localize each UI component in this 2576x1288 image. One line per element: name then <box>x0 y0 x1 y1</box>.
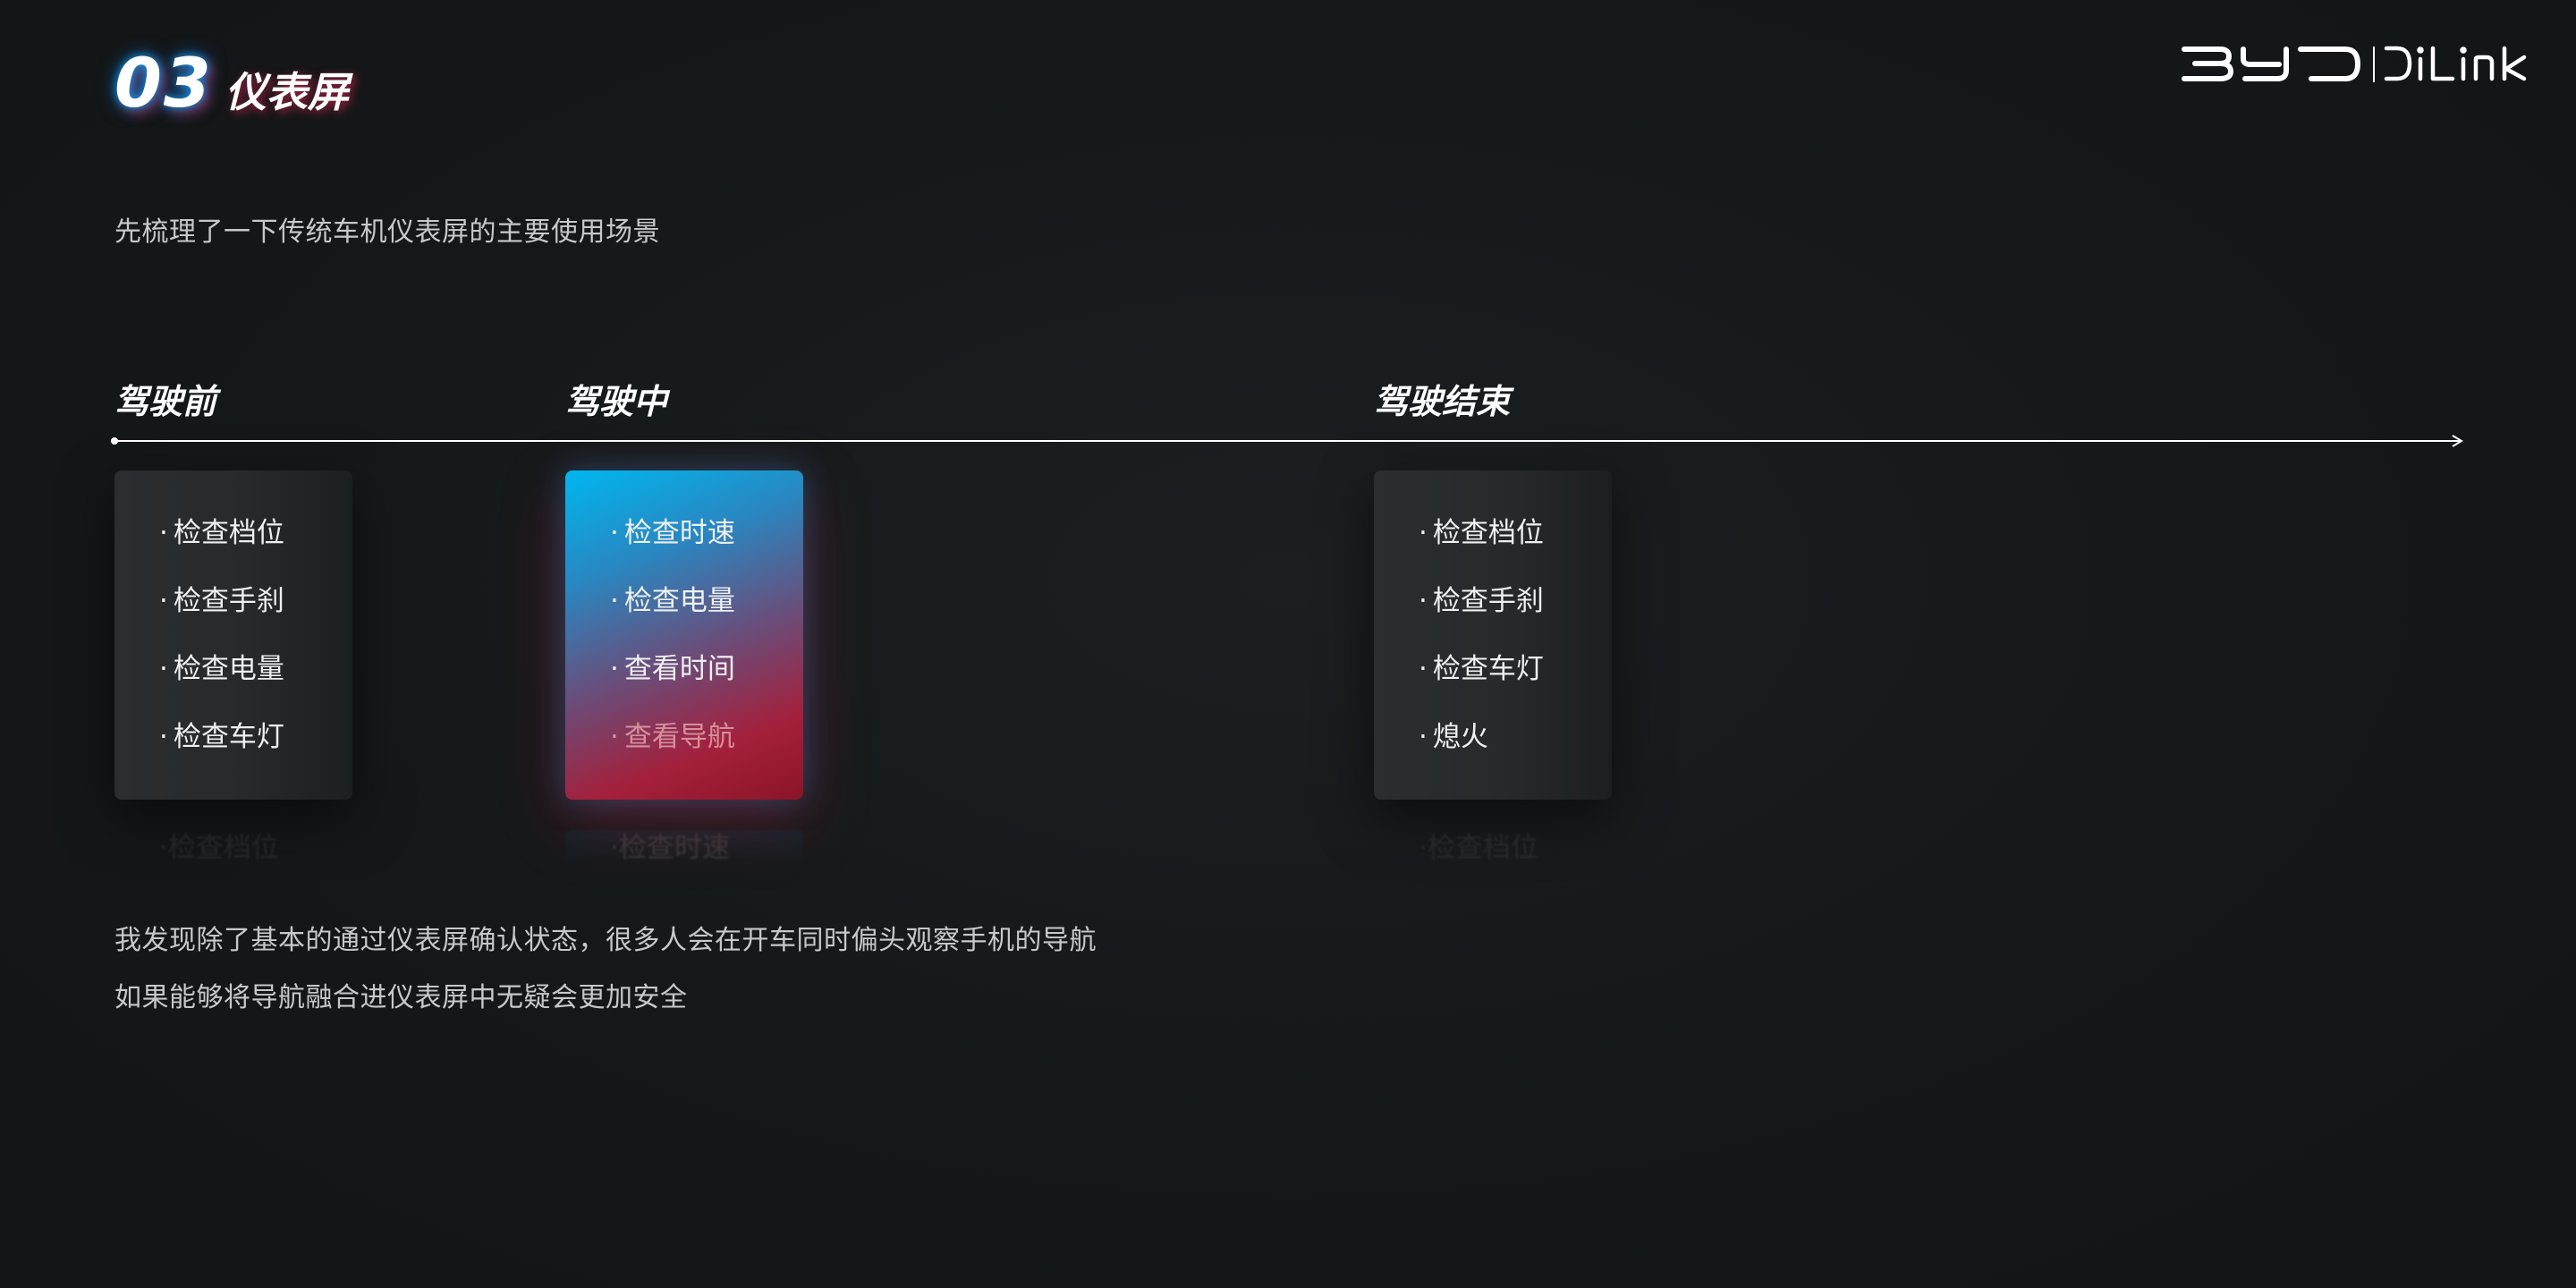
phase-card-end-wrap: · 检查档位 · 检查手刹 · 检查车灯 · 熄火 ·检查档位 <box>1374 470 1612 866</box>
card-reflection: ·检查档位 <box>159 832 279 864</box>
conclusion-text: 我发现除了基本的通过仪表屏确认状态，很多人会在开车同时偏头观察手机的导航 如果能… <box>114 921 1097 1036</box>
card-item: · 检查车灯 <box>159 721 284 753</box>
card-item: · 查看时间 <box>610 653 735 685</box>
card-item: · 检查手刹 <box>159 585 284 617</box>
conclusion-line-1: 我发现除了基本的通过仪表屏确认状态，很多人会在开车同时偏头观察手机的导航 <box>114 925 1097 956</box>
phase-label-before: 驾驶前 <box>114 382 217 421</box>
card-item: · 检查档位 <box>159 517 284 549</box>
card-item: · 检查档位 <box>1419 517 1544 549</box>
timeline-arrow <box>111 435 2463 447</box>
intro-text: 先梳理了一下传统车机仪表屏的主要使用场景 <box>114 216 660 248</box>
card-item: · 检查车灯 <box>1419 653 1544 685</box>
phase-card-end: · 检查档位 · 检查手刹 · 检查车灯 · 熄火 <box>1374 470 1612 800</box>
byd-dilink-logo <box>2182 46 2527 82</box>
card-reflection: ·检查时速 <box>565 830 803 866</box>
section-title: 仪表屏 <box>225 68 349 116</box>
phase-card-before: · 检查档位 · 检查手刹 · 检查电量 · 检查车灯 <box>114 470 352 800</box>
card-item: · 检查时速 <box>610 517 735 549</box>
conclusion-line-2: 如果能够将导航融合进仪表屏中无疑会更加安全 <box>114 982 688 1013</box>
phase-card-during-wrap: · 检查时速 · 检查电量 · 查看时间 · 查看导航 ·检查时速 <box>565 470 803 866</box>
card-item: · 熄火 <box>1419 721 1488 753</box>
phase-label-end: 驾驶结束 <box>1374 382 1511 421</box>
card-item: · 查看导航 <box>610 721 735 753</box>
phase-card-before-wrap: · 检查档位 · 检查手刹 · 检查电量 · 检查车灯 ·检查档位 <box>114 470 352 866</box>
phase-label-during: 驾驶中 <box>565 382 668 421</box>
phase-card-during: · 检查时速 · 检查电量 · 查看时间 · 查看导航 <box>565 470 803 800</box>
slide: 03 仪表屏 先梳理了一下传统车机仪表屏的主要使用场景 驾驶前 驾驶中 驾驶结束… <box>0 0 2576 1288</box>
section-number: 03 <box>114 43 213 123</box>
card-item: · 检查手刹 <box>1419 585 1544 617</box>
card-reflection: ·检查档位 <box>1419 832 1538 864</box>
section-heading: 03 仪表屏 <box>114 43 349 123</box>
card-item: · 检查电量 <box>610 585 735 617</box>
card-item: · 检查电量 <box>159 653 284 685</box>
